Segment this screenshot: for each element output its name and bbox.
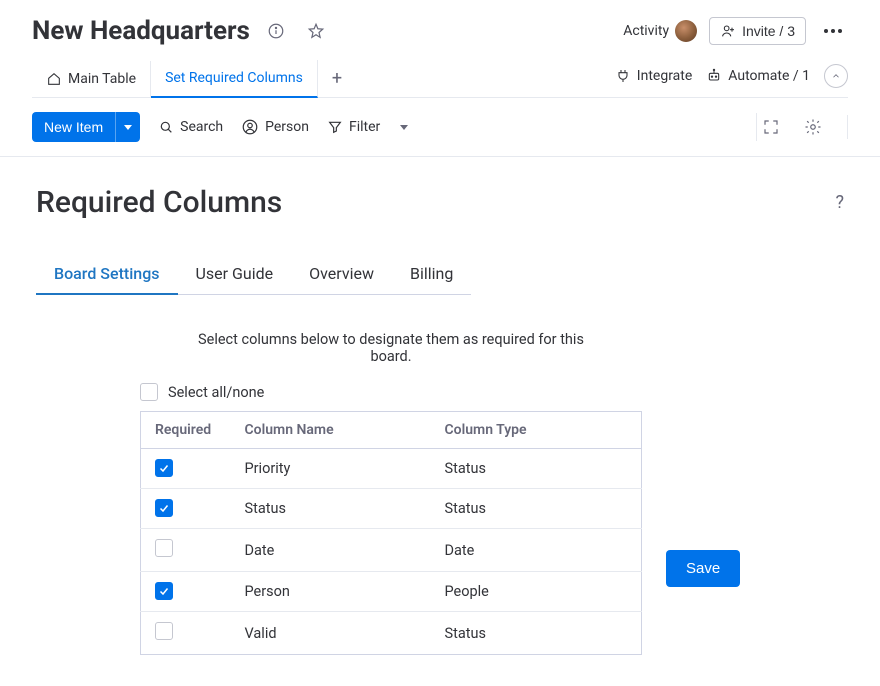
add-tab-button[interactable]: + bbox=[318, 68, 356, 89]
row-column-type: Status bbox=[431, 449, 642, 489]
row-column-name: Status bbox=[231, 489, 431, 529]
person-filter-button[interactable]: Person bbox=[241, 118, 309, 136]
row-column-type: People bbox=[431, 572, 642, 612]
select-all-label: Select all/none bbox=[168, 384, 264, 401]
filter-icon bbox=[327, 119, 343, 135]
gear-icon[interactable] bbox=[799, 113, 827, 141]
row-checkbox[interactable] bbox=[155, 539, 173, 557]
required-columns-table: Required Column Name Column Type Priorit… bbox=[140, 411, 642, 655]
person-label: Person bbox=[265, 119, 309, 135]
instruction-text: Select columns below to designate them a… bbox=[140, 331, 642, 365]
select-all-checkbox[interactable] bbox=[140, 383, 158, 401]
tab-set-required-columns[interactable]: Set Required Columns bbox=[151, 60, 318, 98]
table-row: StatusStatus bbox=[141, 489, 642, 529]
board-title: New Headquarters bbox=[32, 16, 250, 46]
th-name: Column Name bbox=[231, 412, 431, 449]
avatar bbox=[675, 20, 697, 42]
row-column-type: Status bbox=[431, 612, 642, 655]
divider bbox=[847, 115, 848, 139]
person-plus-icon bbox=[720, 23, 736, 39]
th-type: Column Type bbox=[431, 412, 642, 449]
info-icon[interactable] bbox=[262, 17, 290, 45]
tab-label: Main Table bbox=[68, 71, 136, 87]
automate-link[interactable]: Automate / 1 bbox=[706, 68, 810, 84]
integrate-label: Integrate bbox=[637, 68, 693, 84]
tab-label: Set Required Columns bbox=[165, 70, 303, 86]
panel-title: Required Columns bbox=[36, 185, 282, 220]
person-icon bbox=[241, 118, 259, 136]
chevron-down-icon bbox=[400, 125, 408, 130]
plug-icon bbox=[615, 68, 631, 84]
search-icon bbox=[158, 119, 174, 135]
filter-label: Filter bbox=[349, 119, 380, 135]
home-icon bbox=[46, 71, 62, 87]
row-column-type: Status bbox=[431, 489, 642, 529]
star-icon[interactable] bbox=[302, 17, 330, 45]
chevron-down-icon bbox=[124, 125, 132, 130]
row-column-type: Date bbox=[431, 529, 642, 572]
search-button[interactable]: Search bbox=[158, 119, 223, 135]
integrate-link[interactable]: Integrate bbox=[615, 68, 693, 84]
row-column-name: Person bbox=[231, 572, 431, 612]
row-column-name: Priority bbox=[231, 449, 431, 489]
more-menu-icon[interactable] bbox=[818, 23, 848, 39]
tab-main-table[interactable]: Main Table bbox=[32, 61, 151, 97]
row-checkbox[interactable] bbox=[155, 459, 173, 477]
fullscreen-icon[interactable] bbox=[757, 113, 785, 141]
invite-button[interactable]: Invite / 3 bbox=[709, 17, 806, 45]
activity-link[interactable]: Activity bbox=[623, 20, 697, 42]
invite-label: Invite / 3 bbox=[742, 23, 795, 39]
row-checkbox[interactable] bbox=[155, 582, 173, 600]
row-column-name: Date bbox=[231, 529, 431, 572]
collapse-button[interactable] bbox=[824, 64, 848, 88]
robot-icon bbox=[706, 68, 722, 84]
th-required: Required bbox=[141, 412, 231, 449]
table-row: PersonPeople bbox=[141, 572, 642, 612]
row-checkbox[interactable] bbox=[155, 499, 173, 517]
row-checkbox[interactable] bbox=[155, 622, 173, 640]
activity-label: Activity bbox=[623, 23, 669, 39]
table-row: ValidStatus bbox=[141, 612, 642, 655]
row-column-name: Valid bbox=[231, 612, 431, 655]
chevron-up-icon bbox=[831, 71, 841, 81]
automate-label: Automate / 1 bbox=[728, 68, 810, 84]
sub-tab-billing[interactable]: Billing bbox=[392, 254, 471, 294]
filter-button[interactable]: Filter bbox=[327, 119, 408, 135]
help-icon[interactable]: ? bbox=[835, 192, 844, 213]
table-row: PriorityStatus bbox=[141, 449, 642, 489]
search-label: Search bbox=[180, 119, 223, 135]
new-item-button[interactable]: New Item bbox=[32, 112, 115, 142]
table-row: DateDate bbox=[141, 529, 642, 572]
sub-tab-overview[interactable]: Overview bbox=[291, 254, 392, 294]
sub-tab-board-settings[interactable]: Board Settings bbox=[36, 254, 178, 295]
sub-tab-user-guide[interactable]: User Guide bbox=[178, 254, 292, 294]
new-item-dropdown[interactable] bbox=[115, 112, 140, 142]
save-button[interactable]: Save bbox=[666, 550, 740, 587]
